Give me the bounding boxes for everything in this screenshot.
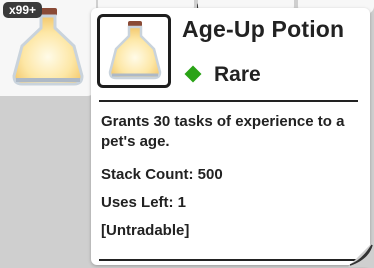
item-tooltip: Age-Up Potion Rare Grants 30 tasks of ex… (91, 8, 374, 267)
item-name: Age-Up Potion (182, 16, 345, 42)
uses-left: Uses Left: 1 (101, 194, 187, 211)
green-diamond-icon (184, 65, 202, 83)
tradability-status: [Untradable] (101, 222, 190, 239)
stack-count: Stack Count: 500 (101, 166, 223, 183)
rarity-label: Rare (214, 63, 261, 86)
age-up-potion-icon (12, 8, 84, 86)
age-up-potion-icon (108, 21, 162, 80)
item-icon-frame (97, 14, 171, 88)
item-count-badge: x99+ (3, 2, 43, 18)
page-curl-icon (348, 241, 374, 267)
inventory-slot[interactable]: x99+ (0, 0, 96, 96)
divider (99, 259, 358, 261)
divider (99, 100, 358, 102)
item-description: Grants 30 tasks of experience to a pet's… (101, 113, 345, 150)
